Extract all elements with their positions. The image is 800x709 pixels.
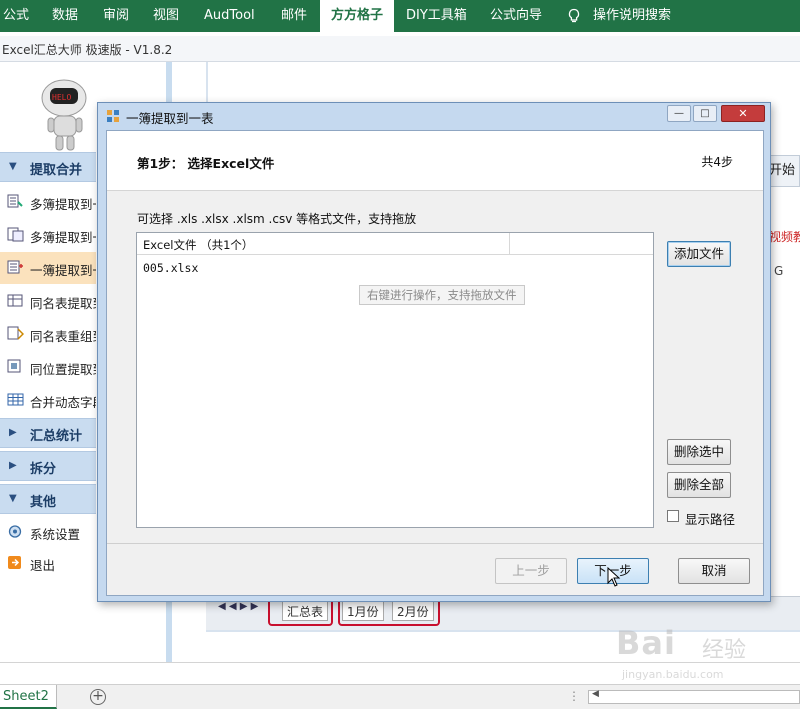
expand-right-icon: ▶	[9, 427, 17, 438]
add-sheet-icon[interactable]: +	[90, 689, 106, 705]
file-format-hint: 可选择 .xls .xlsx .xlsm .csv 等格式文件，支持拖放	[137, 212, 417, 226]
mouse-cursor-icon	[607, 567, 621, 587]
same-position-icon	[7, 359, 21, 373]
sidebar-item-system-settings[interactable]: 系统设置	[0, 516, 96, 548]
sheet-nav-arrows-icon: ◀ ◀ ▶ ▶	[218, 601, 259, 612]
app-window-icon	[107, 110, 119, 122]
watermark-suffix: 经验	[702, 638, 747, 663]
excel-menubar: 公式 数据 审阅 视图 AudTool 邮件 方方格子 DIY工具箱 公式向导 …	[0, 0, 800, 32]
workbook-merge-icon	[7, 194, 23, 208]
table-grid-icon	[7, 393, 24, 406]
sidebar-item-label: 退出	[30, 558, 56, 573]
addin-sidebar: HELO ▼ 提取合并 多簿提取到一表 多簿提取到一簿 一簿提取到一表 同名表提…	[0, 62, 96, 662]
tab-fangfang-gezi[interactable]: 方方格子	[320, 0, 394, 32]
sidebar-item-dynamic-fields[interactable]: 合并动态字段	[0, 384, 96, 416]
addin-title: Excel汇总大师 极速版 - V1.8.2	[2, 43, 173, 57]
cancel-button[interactable]: 取消	[678, 558, 750, 584]
horizontal-scrollbar[interactable]: ◀	[588, 689, 800, 704]
column-header-g: G	[774, 264, 784, 278]
add-file-button[interactable]: 添加文件	[667, 241, 731, 267]
sidebar-item-label: 一簿提取到一表	[30, 263, 96, 278]
scroll-handle-icon[interactable]: ⋮	[568, 689, 580, 703]
dialog-content: 第1步： 选择Excel文件 共4步 可选择 .xls .xlsx .xlsm …	[106, 130, 764, 596]
step-title: 第1步： 选择Excel文件	[137, 156, 275, 171]
tab-mail[interactable]: 邮件	[281, 0, 307, 32]
close-button[interactable]: ✕	[721, 105, 765, 122]
baidu-watermark: Bai 经验 jingyan.baidu.com	[614, 620, 764, 690]
addin-title-bar: Excel汇总大师 极速版 - V1.8.2	[0, 36, 800, 62]
section-label: 其他	[30, 495, 57, 510]
sidebar-item-one-book-to-sheet[interactable]: 一簿提取到一表	[0, 252, 96, 284]
exit-icon	[8, 556, 21, 569]
minimize-button[interactable]: —	[667, 105, 691, 122]
sheet-tab-active[interactable]: Sheet2	[0, 685, 57, 709]
svg-text:HELO: HELO	[52, 93, 71, 102]
column-separator[interactable]	[509, 233, 510, 255]
file-list-header[interactable]: Excel文件 （共1个）	[137, 233, 653, 255]
checkbox-box[interactable]	[667, 510, 679, 522]
tab-formula-wizard[interactable]: 公式向导	[490, 0, 542, 32]
show-path-label: 显示路径	[685, 512, 736, 527]
regroup-icon	[7, 326, 24, 340]
sidebar-item-label: 同名表重组到一簿	[30, 329, 96, 344]
sidebar-item-multi-book-to-book[interactable]: 多簿提取到一簿	[0, 219, 96, 251]
dialog-titlebar[interactable]: 一簿提取到一表 — □ ✕	[98, 103, 770, 129]
tab-audtool[interactable]: AudTool	[204, 0, 255, 32]
sheet-extract-icon	[7, 260, 23, 274]
sidebar-item-same-name-regroup[interactable]: 同名表重组到一簿	[0, 318, 96, 350]
delete-all-button[interactable]: 删除全部	[667, 472, 731, 498]
section-split[interactable]: ▶ 拆分	[0, 451, 96, 481]
step-header: 第1步： 选择Excel文件 共4步	[107, 131, 763, 191]
workbook-stack-icon	[7, 227, 24, 242]
sidebar-item-label: 多簿提取到一簿	[30, 230, 96, 245]
tab-review[interactable]: 审阅	[103, 0, 129, 32]
sidebar-item-same-name-to-book[interactable]: 同名表提取到一簿	[0, 285, 96, 317]
tell-me-search[interactable]: 操作说明搜索	[593, 0, 671, 32]
sidebar-item-multi-book-to-sheet[interactable]: 多簿提取到一表	[0, 186, 96, 218]
file-list-column-label: Excel文件 （共1个）	[143, 238, 254, 252]
sidebar-item-label: 同位置提取到一表	[30, 362, 96, 377]
file-list[interactable]: Excel文件 （共1个） 005.xlsx 右键进行操作，支持拖放文件	[136, 232, 654, 528]
file-list-item[interactable]: 005.xlsx	[143, 261, 198, 275]
section-label: 汇总统计	[30, 429, 83, 444]
expand-right-icon: ▶	[9, 460, 17, 471]
same-name-sheet-icon	[7, 294, 23, 307]
sidebar-item-label: 系统设置	[30, 527, 81, 542]
lightbulb-icon	[568, 8, 580, 23]
watermark-brand: Bai	[616, 624, 676, 662]
tab-diy-toolbox[interactable]: DIY工具箱	[406, 0, 467, 32]
expand-down-icon: ▼	[9, 493, 17, 504]
dialog-title: 一簿提取到一表	[126, 111, 214, 126]
gear-icon	[8, 525, 22, 538]
section-summary-stats[interactable]: ▶ 汇总统计	[0, 418, 96, 448]
scroll-left-icon[interactable]: ◀	[592, 689, 599, 699]
expand-down-icon: ▼	[9, 161, 17, 172]
robot-mascot-icon: HELO	[41, 79, 87, 151]
section-extract-merge[interactable]: ▼ 提取合并	[0, 152, 96, 182]
tab-view[interactable]: 视图	[153, 0, 179, 32]
watermark-url: jingyan.baidu.com	[622, 668, 724, 681]
start-button-partial[interactable]: 开始	[766, 155, 800, 187]
section-label: 拆分	[30, 462, 57, 477]
maximize-button[interactable]: □	[693, 105, 717, 122]
tab-data[interactable]: 数据	[52, 0, 78, 32]
sidebar-item-label: 合并动态字段	[30, 395, 96, 410]
sidebar-item-exit[interactable]: 退出	[0, 547, 96, 579]
sidebar-item-same-position[interactable]: 同位置提取到一表	[0, 351, 96, 383]
delete-selected-button[interactable]: 删除选中	[667, 439, 731, 465]
section-other[interactable]: ▼ 其他	[0, 484, 96, 514]
sidebar-item-label: 同名表提取到一簿	[30, 296, 96, 311]
extract-dialog: 一簿提取到一表 — □ ✕ 第1步： 选择Excel文件 共4步 可选择 .xl…	[97, 102, 771, 602]
step-total: 共4步	[701, 155, 733, 169]
sidebar-item-label: 多簿提取到一表	[30, 197, 96, 212]
prev-step-button[interactable]: 上一步	[495, 558, 567, 584]
section-label: 提取合并	[30, 163, 83, 178]
video-tutorial-link-partial[interactable]: 视频教程	[769, 228, 800, 245]
tab-formulas[interactable]: 公式	[3, 0, 29, 32]
footer-divider	[107, 543, 763, 544]
drag-drop-tip: 右键进行操作，支持拖放文件	[359, 285, 525, 305]
